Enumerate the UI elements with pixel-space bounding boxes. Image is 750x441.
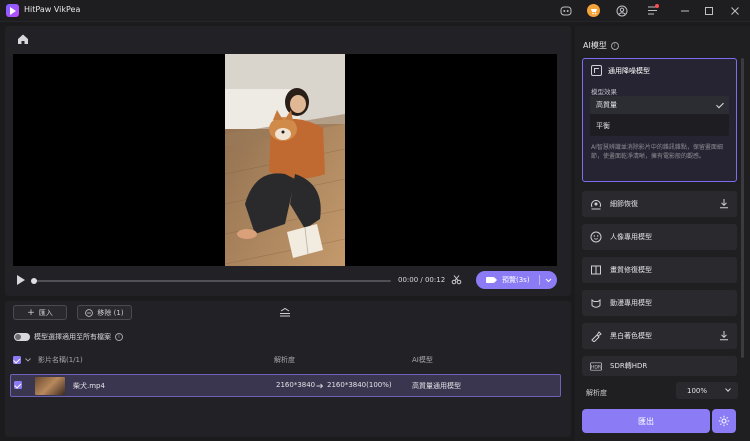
row-checkbox[interactable] <box>14 381 22 389</box>
effect-option-high-quality[interactable]: 高質量 <box>590 96 729 114</box>
card-head: 通用降噪模型 <box>591 65 650 76</box>
app-logo-icon <box>6 4 19 17</box>
option-label: 平衡 <box>596 122 610 130</box>
minimize-icon[interactable] <box>677 3 692 18</box>
scrollbar[interactable] <box>741 58 744 358</box>
export-button[interactable]: 匯出 <box>582 409 710 433</box>
playback-controls: 00:00 / 00:12 預覽(3s) <box>13 271 557 290</box>
download-icon[interactable] <box>719 198 729 209</box>
model-card-quality-repair[interactable]: 畫質修復模型 <box>582 257 737 283</box>
title-bar: HitPaw VikPea <box>0 0 750 22</box>
chevron-down-icon[interactable] <box>25 358 31 362</box>
header-resolution: 解析度 <box>274 356 295 364</box>
preview-label: 預覽(3s) <box>502 276 530 284</box>
model-name: 通用降噪模型 <box>608 66 650 75</box>
apply-all-toggle[interactable] <box>14 333 30 341</box>
panel-title-text: AI模型 <box>583 41 607 50</box>
gear-icon <box>718 415 730 427</box>
remove-button[interactable]: 移除 (1) <box>77 305 132 320</box>
chevron-down-icon[interactable] <box>545 278 552 283</box>
model-card-portrait[interactable]: 人像專用模型 <box>582 224 737 250</box>
model-name: 黑白著色模型 <box>610 332 652 340</box>
info-icon[interactable]: i <box>115 333 123 341</box>
divider <box>538 275 540 285</box>
effect-options: 高質量 平衡 <box>590 96 729 136</box>
arrow-right-icon <box>316 383 324 389</box>
resolution-value: 100% <box>687 386 708 395</box>
resolution-to: 2160*3840(100%) <box>327 381 392 389</box>
file-list-panel: + 匯入 移除 (1) 模型選擇適用至所有檔案 i 影片名稱(1/1) 解析度 … <box>5 301 571 437</box>
video-player[interactable] <box>13 54 557 266</box>
scissors-icon[interactable] <box>451 274 462 288</box>
effect-option-balanced[interactable]: 平衡 <box>590 117 729 135</box>
select-all-checkbox[interactable] <box>13 356 21 364</box>
discord-icon[interactable] <box>558 3 573 18</box>
ai-model-panel: AI模型 i 通用降噪模型 模型效果 高質量 平衡 AI智慧辨識並消除影片中的雜… <box>575 26 750 441</box>
download-icon[interactable] <box>719 330 729 341</box>
import-button[interactable]: + 匯入 <box>13 305 67 320</box>
resolution-select[interactable]: 100% <box>676 382 738 399</box>
close-icon[interactable] <box>727 3 742 18</box>
model-name: 人像專用模型 <box>610 233 652 241</box>
minus-circle-icon <box>85 308 94 317</box>
video-thumbnail <box>35 377 65 395</box>
collapse-icon[interactable] <box>279 307 291 317</box>
time-display: 00:00 / 00:12 <box>398 276 446 284</box>
seek-bar[interactable] <box>31 278 391 284</box>
export-settings-button[interactable] <box>712 409 736 433</box>
checkmark-icon <box>716 100 724 109</box>
remove-label: 移除 (1) <box>97 308 124 317</box>
chevron-down-icon <box>725 386 731 392</box>
table-header: 影片名稱(1/1) 解析度 AI模型 <box>12 353 560 367</box>
apply-all-label: 模型選擇適用至所有檔案 <box>34 333 111 341</box>
header-name: 影片名稱(1/1) <box>38 356 83 364</box>
resolution-from: 2160*3840 <box>276 381 316 389</box>
account-icon[interactable] <box>614 3 629 18</box>
row-model: 高質量通用模型 <box>412 382 461 390</box>
menu-icon[interactable] <box>645 3 660 18</box>
denoise-model-icon <box>591 65 602 76</box>
notification-dot <box>655 4 659 8</box>
preview-panel: 00:00 / 00:12 預覽(3s) <box>5 26 571 296</box>
apply-all-row: 模型選擇適用至所有檔案 i <box>14 331 123 343</box>
table-row[interactable]: 柴犬.mp4 2160*3840 2160*3840(100%) 高質量通用模型 <box>10 374 561 397</box>
app-title: HitPaw VikPea <box>24 5 81 14</box>
export-label: 匯出 <box>638 416 654 426</box>
seek-knob[interactable] <box>31 278 37 284</box>
import-label: 匯入 <box>38 308 53 317</box>
detail-restore-icon <box>590 198 602 210</box>
hdr-icon: HDR <box>590 360 602 372</box>
model-card-sdr-hdr[interactable]: HDR SDR轉HDR <box>582 356 737 376</box>
home-icon[interactable] <box>16 32 30 46</box>
colorize-icon <box>590 330 602 342</box>
model-name: 細節恢復 <box>610 200 638 208</box>
play-icon[interactable] <box>17 275 25 285</box>
file-name: 柴犬.mp4 <box>73 382 105 390</box>
effect-label: 模型效果 <box>591 88 617 96</box>
preview-button[interactable]: 預覽(3s) <box>476 271 557 289</box>
face-icon <box>590 231 602 243</box>
model-card-anime[interactable]: 動漫專用模型 <box>582 290 737 316</box>
model-card-general-denoise[interactable]: 通用降噪模型 模型效果 高質量 平衡 AI智慧辨識並消除影片中的雜訊雜點，保留畫… <box>582 58 737 182</box>
resolution-label: 解析度 <box>586 389 607 397</box>
anime-icon <box>590 297 602 309</box>
panel-title: AI模型 i <box>583 40 619 51</box>
model-name: SDR轉HDR <box>610 362 648 370</box>
model-name: 動漫專用模型 <box>610 299 652 307</box>
header-model: AI模型 <box>412 356 433 364</box>
model-card-detail-restore[interactable]: 細節恢復 <box>582 191 737 217</box>
model-description: AI智慧辨識並消除影片中的雜訊雜點，保留畫面細節，使畫面乾淨清晰，擁有電影般的觀… <box>591 144 723 160</box>
plus-icon: + <box>27 307 35 318</box>
model-card-colorize[interactable]: 黑白著色模型 <box>582 323 737 349</box>
frame-icon <box>590 264 602 276</box>
svg-text:HDR: HDR <box>591 364 602 370</box>
cart-icon[interactable] <box>587 4 600 17</box>
maximize-icon[interactable] <box>701 3 716 18</box>
option-label: 高質量 <box>596 101 617 109</box>
camera-icon <box>486 277 497 283</box>
info-icon[interactable]: i <box>610 41 619 50</box>
video-frame-image <box>225 54 345 266</box>
model-name: 畫質修復模型 <box>610 266 652 274</box>
